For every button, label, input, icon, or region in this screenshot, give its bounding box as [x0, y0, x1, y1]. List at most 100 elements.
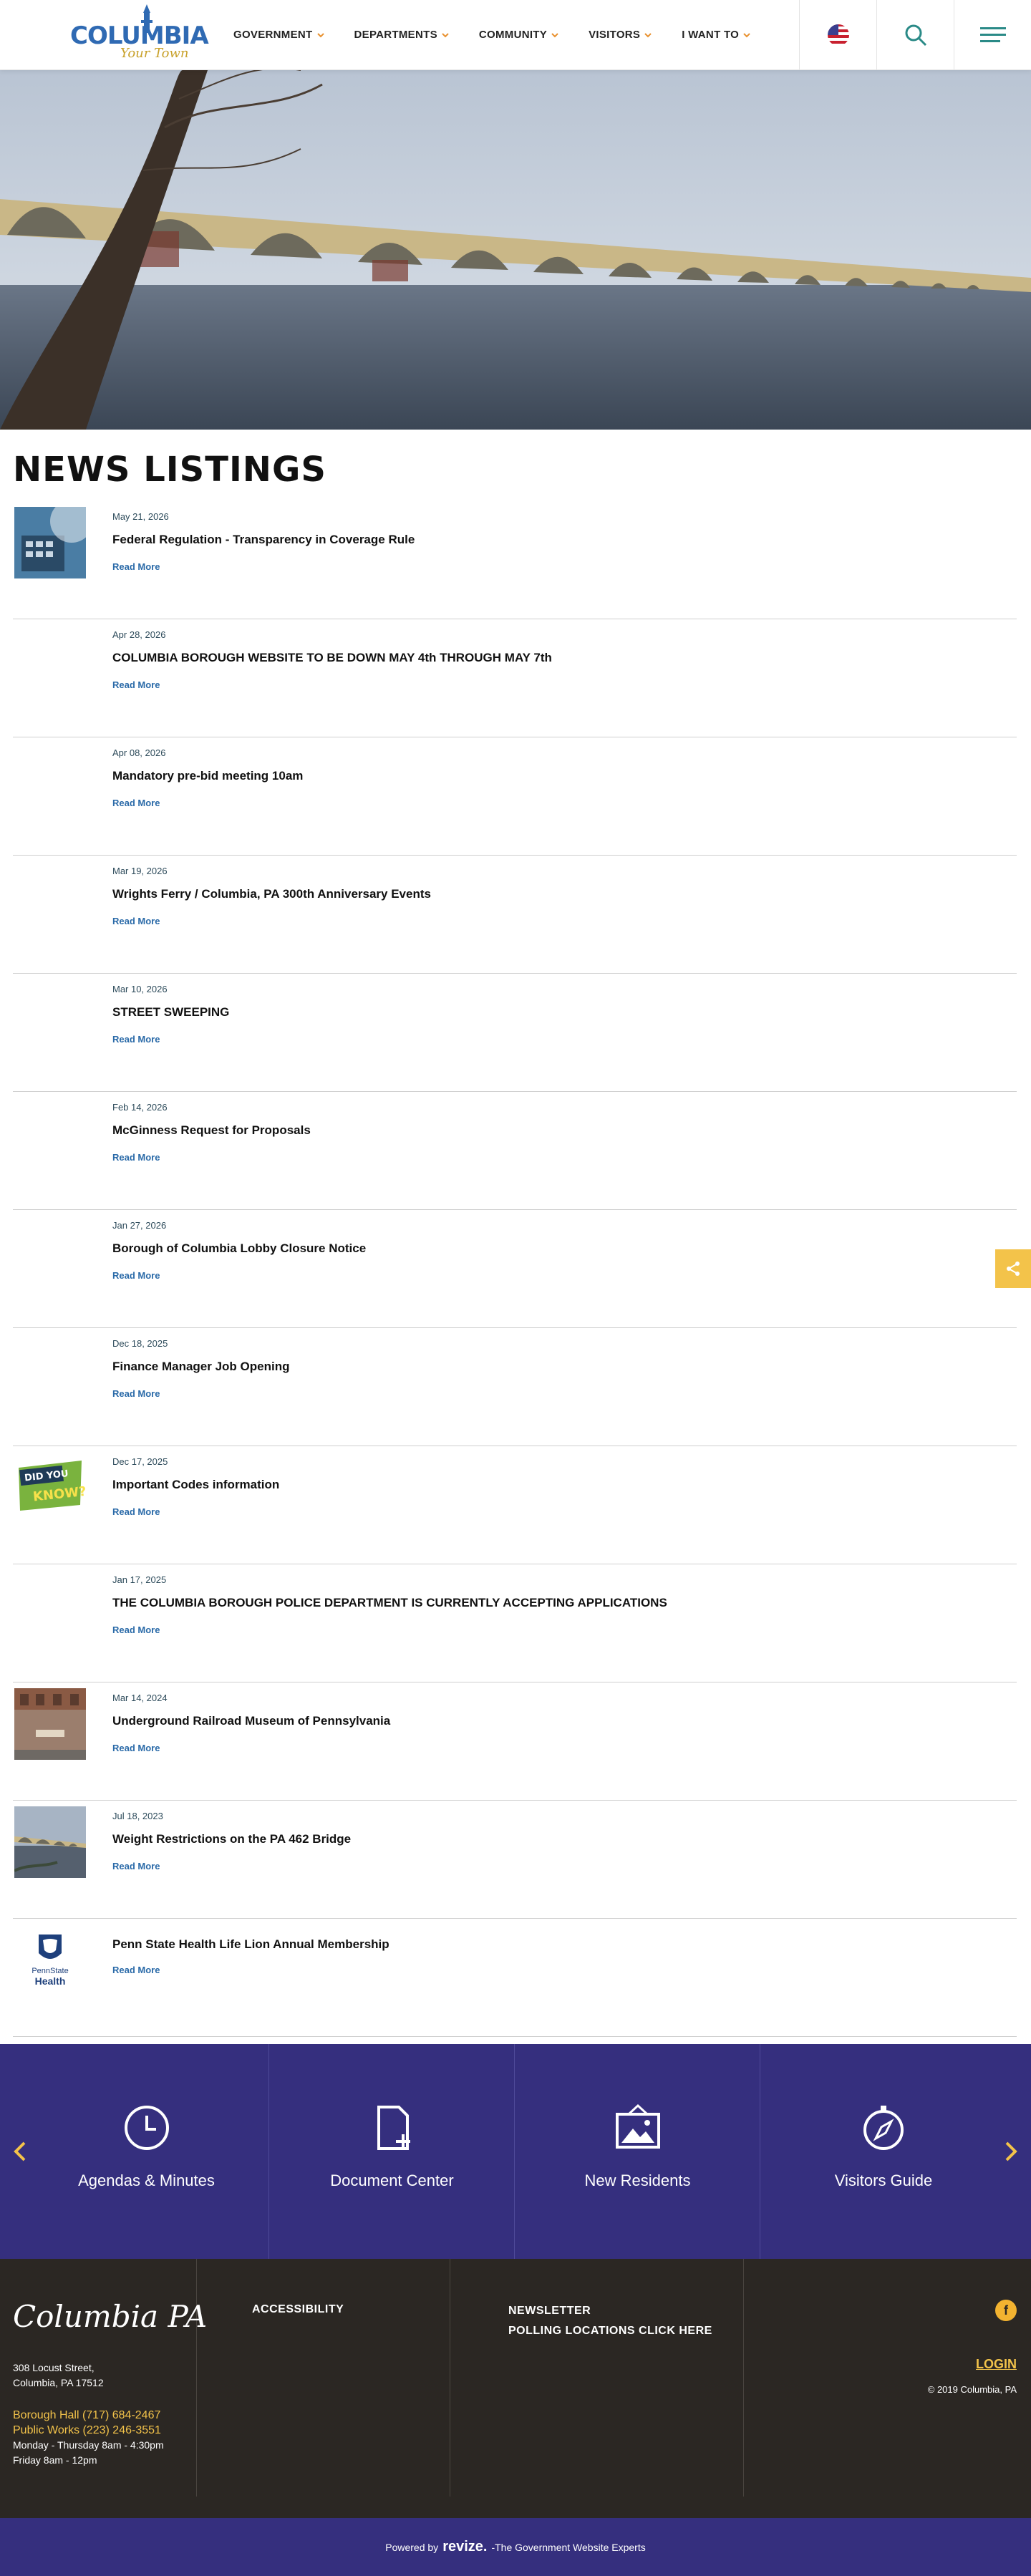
main-nav: GOVERNMENT DEPARTMENTS COMMUNITY VISITOR… — [233, 29, 780, 41]
penn-state-health-logo: PennState Health — [14, 1924, 86, 1996]
news-date: Jan 27, 2026 — [112, 1220, 167, 1231]
chevron-down-icon — [442, 32, 449, 37]
news-title[interactable]: Wrights Ferry / Columbia, PA 300th Anniv… — [112, 887, 431, 901]
news-item: May 21, 2026 Federal Regulation - Transp… — [13, 501, 1017, 619]
menu-button[interactable] — [954, 0, 1031, 70]
news-thumbnail[interactable] — [14, 1688, 86, 1760]
news-item: Jan 17, 2025 THE COLUMBIA BOROUGH POLICE… — [13, 1564, 1017, 1682]
hamburger-icon — [979, 27, 1006, 42]
news-item: Apr 28, 2026 COLUMBIA BOROUGH WEBSITE TO… — [13, 619, 1017, 737]
accessibility-link[interactable]: ACCESSIBILITY — [252, 2303, 344, 2316]
nav-label: I WANT TO — [682, 29, 740, 41]
page-title: NEWS LISTINGS — [13, 450, 326, 490]
powered-suffix: -The Government Website Experts — [491, 2541, 646, 2553]
news-date: Mar 10, 2026 — [112, 984, 168, 994]
read-more-link[interactable]: Read More — [112, 798, 160, 808]
quick-link-agendas[interactable]: Agendas & Minutes — [24, 2044, 269, 2259]
news-title[interactable]: Penn State Health Life Lion Annual Membe… — [112, 1937, 389, 1952]
share-button[interactable] — [995, 1249, 1031, 1288]
read-more-link[interactable]: Read More — [112, 1743, 160, 1753]
quick-links: Agendas & Minutes Document Center New Re… — [0, 2044, 1031, 2259]
news-title[interactable]: McGinness Request for Proposals — [112, 1123, 311, 1138]
read-more-link[interactable]: Read More — [112, 1034, 160, 1045]
read-more-link[interactable]: Read More — [112, 1152, 160, 1163]
footer-contact: Borough Hall (717) 684-2467 Public Works… — [13, 2408, 164, 2468]
news-title[interactable]: Borough of Columbia Lobby Closure Notice — [112, 1241, 366, 1256]
borough-phone[interactable]: Borough Hall (717) 684-2467 — [13, 2408, 164, 2423]
news-item: Apr 08, 2026 Mandatory pre-bid meeting 1… — [13, 737, 1017, 856]
revize-logo[interactable]: revize. — [442, 2539, 487, 2555]
newsletter-link[interactable]: NEWSLETTER — [508, 2305, 591, 2318]
news-thumbnail[interactable] — [14, 1806, 86, 1878]
news-title[interactable]: Federal Regulation - Transparency in Cov… — [112, 533, 415, 547]
news-date: Jul 18, 2023 — [112, 1811, 163, 1821]
news-item: Jul 18, 2023 Weight Restrictions on the … — [13, 1801, 1017, 1919]
news-title[interactable]: Important Codes information — [112, 1478, 279, 1492]
news-item: Mar 10, 2026 STREET SWEEPING Read More — [13, 974, 1017, 1092]
bridge-image — [14, 1806, 86, 1878]
news-title[interactable]: Underground Railroad Museum of Pennsylva… — [112, 1714, 390, 1728]
news-thumbnail[interactable]: PennState Health — [14, 1924, 86, 1996]
news-title[interactable]: STREET SWEEPING — [112, 1005, 229, 1020]
news-item: Feb 14, 2026 McGinness Request for Propo… — [13, 1092, 1017, 1210]
arrow-right-icon[interactable] — [1001, 2137, 1021, 2166]
news-thumbnail[interactable] — [14, 507, 86, 578]
nav-label: GOVERNMENT — [233, 29, 313, 41]
news-item: Mar 19, 2026 Wrights Ferry / Columbia, P… — [13, 856, 1017, 974]
news-title[interactable]: Mandatory pre-bid meeting 10am — [112, 769, 303, 783]
footer-divider — [743, 2259, 744, 2497]
nav-label: VISITORS — [589, 29, 641, 41]
facebook-icon[interactable]: f — [995, 2300, 1017, 2321]
chevron-down-icon — [743, 32, 750, 37]
news-date: Apr 08, 2026 — [112, 747, 166, 758]
quick-link-label: New Residents — [584, 2171, 691, 2189]
quick-link-label: Document Center — [330, 2171, 454, 2189]
news-date: May 21, 2026 — [112, 511, 169, 522]
read-more-link[interactable]: Read More — [112, 1506, 160, 1517]
nav-community[interactable]: COMMUNITY — [479, 29, 558, 41]
read-more-link[interactable]: Read More — [112, 1624, 160, 1635]
powered-by-bar: Powered by revize. -The Government Websi… — [0, 2518, 1031, 2576]
news-date: Feb 14, 2026 — [112, 1102, 168, 1113]
read-more-link[interactable]: Read More — [112, 1270, 160, 1281]
address-line: Columbia, PA 17512 — [13, 2377, 104, 2388]
news-title[interactable]: COLUMBIA BOROUGH WEBSITE TO BE DOWN MAY … — [112, 651, 552, 665]
news-date: Jan 17, 2025 — [112, 1574, 167, 1585]
read-more-link[interactable]: Read More — [112, 679, 160, 690]
read-more-link[interactable]: Read More — [112, 561, 160, 572]
nav-label: DEPARTMENTS — [354, 29, 437, 41]
us-flag-icon — [827, 24, 849, 46]
polling-locations-link[interactable]: POLLING LOCATIONS CLICK HERE — [508, 2325, 712, 2338]
share-icon — [1007, 1262, 1020, 1276]
news-title[interactable]: Weight Restrictions on the PA 462 Bridge — [112, 1832, 351, 1846]
read-more-link[interactable]: Read More — [112, 1388, 160, 1399]
quick-link-new-residents[interactable]: New Residents — [516, 2044, 760, 2259]
bridge-photo — [0, 70, 1031, 430]
chevron-down-icon — [551, 32, 558, 37]
read-more-link[interactable]: Read More — [112, 1861, 160, 1872]
quick-link-visitors-guide[interactable]: Visitors Guide — [761, 2044, 1006, 2259]
news-thumbnail[interactable]: DID YOU KNOW? — [14, 1452, 86, 1524]
news-date: Mar 19, 2026 — [112, 866, 168, 876]
search-button[interactable] — [876, 0, 954, 70]
powered-prefix: Powered by — [385, 2541, 439, 2553]
nav-label: COMMUNITY — [478, 29, 548, 41]
news-title[interactable]: THE COLUMBIA BOROUGH POLICE DEPARTMENT I… — [112, 1596, 667, 1610]
site-logo[interactable]: COLUMBIA Your Town — [70, 4, 209, 64]
news-date: Dec 17, 2025 — [112, 1456, 168, 1467]
nav-i-want-to[interactable]: I WANT TO — [682, 29, 750, 41]
nav-departments[interactable]: DEPARTMENTS — [354, 29, 449, 41]
quick-link-documents[interactable]: Document Center — [270, 2044, 515, 2259]
login-link[interactable]: LOGIN — [976, 2357, 1017, 2372]
read-more-link[interactable]: Read More — [112, 916, 160, 926]
public-works-phone[interactable]: Public Works (223) 246-3551 — [13, 2423, 164, 2438]
hours-friday: Friday 8am - 12pm — [13, 2454, 97, 2466]
search-icon — [905, 24, 926, 47]
translate-button[interactable] — [799, 0, 876, 70]
nav-visitors[interactable]: VISITORS — [589, 29, 652, 41]
news-item: DID YOU KNOW? Dec 17, 2025 Important Cod… — [13, 1446, 1017, 1564]
read-more-link[interactable]: Read More — [112, 1965, 160, 1975]
nav-government[interactable]: GOVERNMENT — [233, 29, 324, 41]
news-title[interactable]: Finance Manager Job Opening — [112, 1360, 289, 1374]
site-header: COLUMBIA Your Town GOVERNMENT DEPARTMENT… — [0, 0, 1031, 70]
